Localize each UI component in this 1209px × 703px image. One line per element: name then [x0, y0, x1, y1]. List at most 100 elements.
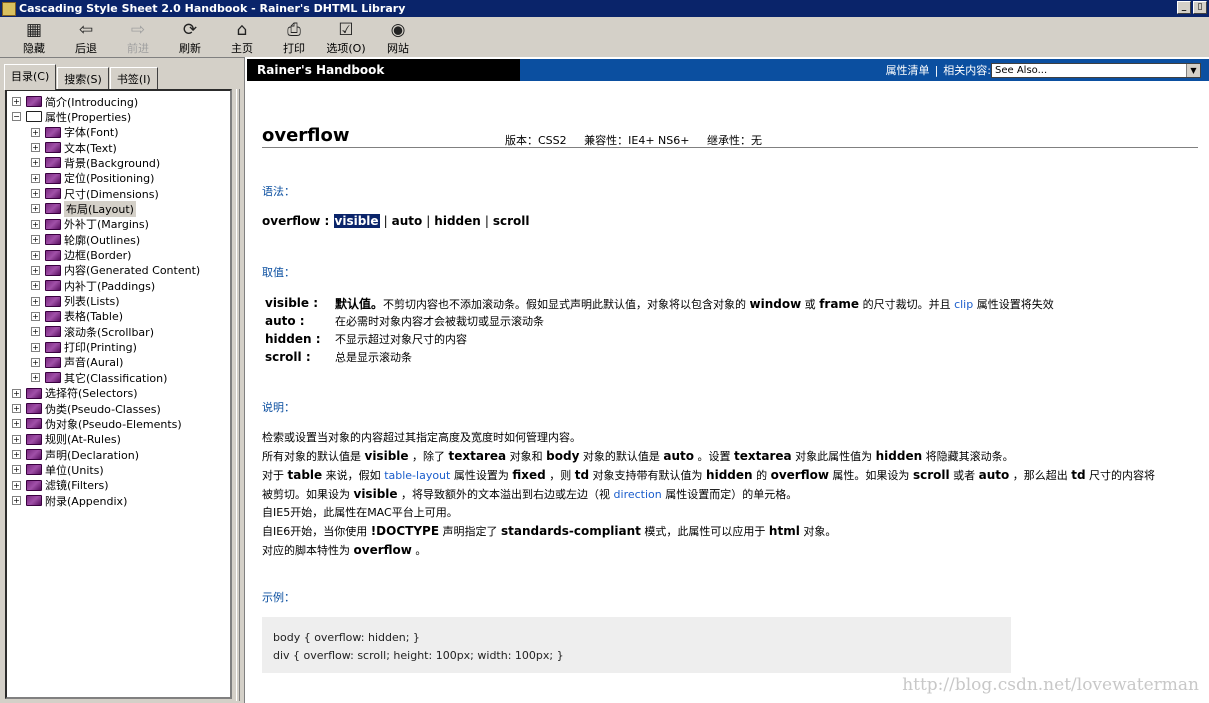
syntax-property: overflow :: [262, 214, 330, 228]
tab-contents[interactable]: 目录(C): [4, 64, 57, 90]
contents-tree: + 简介(Introducing) − 属性(Properties) + 字体(Font)…: [5, 89, 232, 699]
tree-item[interactable]: + 选择符(Selectors): [12, 386, 138, 401]
tree-item[interactable]: + 附录(Appendix): [12, 493, 127, 508]
expand-icon[interactable]: +: [31, 373, 40, 383]
restore-button[interactable]: ▯: [1193, 1, 1207, 14]
title-bar: Cascading Style Sheet 2.0 Handbook - Rai…: [0, 0, 1209, 17]
tab-search[interactable]: 搜索(S): [57, 67, 109, 89]
splitter[interactable]: [236, 89, 240, 701]
tree-item[interactable]: + 外补丁(Margins): [31, 217, 149, 232]
tree-item[interactable]: + 定位(Positioning): [31, 171, 154, 186]
text-run: 。: [411, 544, 427, 557]
expand-icon[interactable]: +: [12, 404, 21, 413]
back-button[interactable]: ⇦ 后退: [60, 17, 112, 57]
expand-icon[interactable]: +: [12, 465, 21, 475]
print-button[interactable]: ⎙ 打印: [268, 17, 320, 57]
expand-icon[interactable]: +: [12, 496, 21, 506]
tree-item[interactable]: + 滚动条(Scrollbar): [31, 324, 154, 339]
tree-item[interactable]: + 声明(Declaration): [12, 447, 139, 462]
nav-tabs: 目录(C) 搜索(S) 书签(I): [4, 64, 159, 90]
text-run: ，那么超出: [1009, 469, 1072, 482]
doc-link[interactable]: table-layout: [384, 469, 450, 482]
expand-icon[interactable]: +: [31, 173, 40, 183]
keyword: auto: [663, 449, 695, 463]
app-icon: [2, 1, 16, 16]
doc-link[interactable]: clip: [954, 298, 973, 311]
text-run: 对于: [262, 469, 288, 482]
expand-icon[interactable]: +: [31, 311, 40, 321]
expand-icon[interactable]: +: [31, 327, 40, 337]
expand-icon[interactable]: +: [31, 265, 40, 275]
tree-item[interactable]: + 内容(Generated Content): [31, 263, 200, 278]
tree-item[interactable]: + 声音(Aural): [31, 355, 123, 370]
expand-icon[interactable]: +: [31, 250, 40, 260]
expand-icon[interactable]: +: [31, 143, 40, 153]
book-icon: [45, 218, 61, 230]
home-button[interactable]: ⌂ 主页: [216, 17, 268, 57]
expand-icon[interactable]: +: [12, 450, 21, 460]
tree-item[interactable]: + 简介(Introducing): [12, 94, 138, 109]
tree-item[interactable]: + 字体(Font): [31, 125, 119, 140]
syntax-value: auto: [391, 214, 423, 228]
value-keyword: auto :: [265, 314, 305, 328]
tree-item[interactable]: + 规则(At-Rules): [12, 432, 121, 447]
expand-icon[interactable]: +: [12, 388, 21, 398]
expand-icon[interactable]: +: [31, 357, 40, 367]
tree-item[interactable]: + 内补丁(Paddings): [31, 278, 155, 293]
property-list-link[interactable]: 属性清单: [886, 62, 930, 78]
doc-link[interactable]: direction: [614, 488, 662, 501]
tree-item[interactable]: + 打印(Printing): [31, 340, 137, 355]
minimize-button[interactable]: _: [1177, 1, 1191, 14]
tree-item[interactable]: + 边框(Border): [31, 248, 131, 263]
tree-item-label: 伪类(Pseudo-Classes): [45, 402, 161, 416]
tree-item[interactable]: + 表格(Table): [31, 309, 123, 324]
tree-item[interactable]: + 尺寸(Dimensions): [31, 186, 159, 201]
options-button[interactable]: ☑ 选项(O): [320, 17, 372, 57]
toolbar-label: 选项(O): [326, 42, 366, 55]
expand-icon[interactable]: +: [31, 219, 40, 229]
expand-icon[interactable]: +: [31, 235, 40, 245]
tab-bookmarks[interactable]: 书签(I): [109, 67, 158, 89]
tree-item-label: 外补丁(Margins): [64, 218, 149, 232]
chevron-down-icon[interactable]: ▼: [1186, 63, 1200, 77]
expand-icon[interactable]: +: [31, 127, 40, 137]
expand-icon[interactable]: +: [12, 434, 21, 444]
expand-icon[interactable]: +: [12, 97, 21, 106]
version-text: 版本：CSS2: [505, 134, 567, 147]
text-run: 将隐藏其滚动条。: [922, 450, 1014, 463]
description-line: 对应的脚本特性为 overflow 。: [262, 541, 1202, 560]
expand-icon[interactable]: +: [31, 281, 40, 291]
expand-icon[interactable]: +: [12, 480, 21, 490]
see-also-select[interactable]: See Also... ▼: [991, 62, 1201, 78]
text-run: 或: [801, 297, 820, 311]
website-button[interactable]: ◉ 网站: [372, 17, 424, 57]
refresh-button[interactable]: ⟳ 刷新: [164, 17, 216, 57]
tree-item-label: 背景(Background): [64, 156, 161, 170]
keyword: hidden: [706, 468, 753, 482]
tree-item-label: 文本(Text): [64, 141, 117, 155]
tree-item[interactable]: + 滤镜(Filters): [12, 478, 109, 493]
tree-item[interactable]: + 单位(Units): [12, 462, 104, 477]
tree-item[interactable]: + 文本(Text): [31, 140, 117, 155]
expand-icon[interactable]: +: [31, 204, 40, 214]
open-book-icon: [26, 111, 42, 123]
tree-item[interactable]: + 列表(Lists): [31, 294, 120, 309]
hide-button[interactable]: ▦ 隐藏: [8, 17, 60, 57]
tree-item[interactable]: + 其它(Classification): [31, 370, 167, 385]
expand-icon[interactable]: +: [12, 419, 21, 429]
compat-text: 兼容性：IE4+ NS6+: [584, 134, 690, 147]
tree-item[interactable]: + 轮廓(Outlines): [31, 232, 140, 247]
expand-icon[interactable]: +: [31, 158, 40, 168]
expand-icon[interactable]: +: [31, 296, 40, 306]
tree-item[interactable]: + 伪对象(Pseudo-Elements): [12, 416, 182, 431]
tree-item[interactable]: + 伪类(Pseudo-Classes): [12, 401, 161, 416]
tree-item[interactable]: − 属性(Properties): [12, 109, 131, 124]
text-run: 的尺寸裁切。并且: [859, 297, 955, 311]
collapse-icon[interactable]: −: [12, 112, 21, 122]
tree-item[interactable]: + 布局(Layout): [31, 200, 136, 217]
expand-icon[interactable]: +: [31, 342, 40, 352]
forward-button[interactable]: ⇨ 前进: [112, 17, 164, 57]
book-icon: [26, 449, 42, 461]
tree-item[interactable]: + 背景(Background): [31, 155, 160, 170]
expand-icon[interactable]: +: [31, 189, 40, 199]
